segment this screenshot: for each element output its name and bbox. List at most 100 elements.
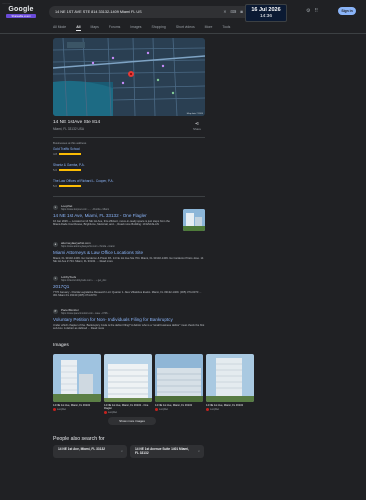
image-thumbnail[interactable] bbox=[53, 354, 101, 402]
image-source: LoopNet bbox=[57, 408, 67, 411]
image-caption: 14 NE 1st Ave, Miami, FL 33132 - One Fla… bbox=[104, 404, 149, 410]
related-search-chip[interactable]: 14 NE 1st Avenue Suite 1401 Miami, FL 33… bbox=[130, 445, 204, 458]
loopnet-favicon bbox=[155, 408, 158, 411]
sign-in-button[interactable]: Sign in bbox=[338, 7, 356, 15]
image-card[interactable]: 14 NE 1st Ave, Miami, FL 33132 LoopNet bbox=[206, 354, 254, 414]
rating-stars bbox=[58, 169, 81, 171]
tab-forums[interactable]: Forums bbox=[109, 25, 121, 31]
tab-tools[interactable]: Tools bbox=[222, 25, 230, 31]
map-graphic bbox=[53, 38, 205, 116]
result-url: https://clients.lobbytools.com › ... › g… bbox=[61, 279, 107, 282]
rating-stars bbox=[58, 153, 81, 155]
result-title[interactable]: Voluntary Petition for Non- Individuals … bbox=[53, 317, 205, 322]
image-card[interactable]: 14 NE 1st Ave, Miami, FL 33132 - One Fla… bbox=[104, 354, 152, 414]
loopnet-favicon bbox=[53, 408, 56, 411]
tab-short-videos[interactable]: Short videos bbox=[176, 25, 195, 31]
image-card[interactable]: 14 NE 1st Ave, Miami, FL 33132 LoopNet bbox=[53, 354, 101, 414]
image-source: LoopNet bbox=[108, 411, 118, 414]
search-result: L LoopNet https://www.loopnet.com › ... … bbox=[53, 203, 205, 231]
share-button[interactable]: ⋖ Share bbox=[193, 121, 201, 131]
search-icon: ⌕ bbox=[120, 449, 123, 453]
settings-icon[interactable]: ⚙ bbox=[306, 8, 310, 14]
business-item[interactable]: Gold Traffic School 4.8 bbox=[53, 147, 81, 156]
result-url: https://www.loopnet.com › ... › Florida … bbox=[61, 208, 109, 211]
search-result: P PacerMonitor https://www.pacermonitor.… bbox=[53, 307, 205, 331]
related-search-text: 14 NE 1st Ave, Miami, FL 33132 bbox=[58, 447, 106, 451]
related-search-chip[interactable]: 14 NE 1st Ave, Miami, FL 33132 ⌕ bbox=[53, 445, 127, 458]
businesses-heading: Businesses at this address bbox=[53, 141, 87, 145]
business-rating: 5.0 bbox=[53, 168, 57, 172]
business-rating: 5.0 bbox=[53, 184, 57, 188]
image-card[interactable]: 14 NE 1st Ave, Miami, FL 33132 LoopNet bbox=[155, 354, 203, 414]
related-searches: 14 NE 1st Ave, Miami, FL 33132 ⌕ 14 NE 1… bbox=[53, 445, 204, 458]
lobbytools-favicon: L bbox=[53, 275, 58, 281]
clear-icon[interactable]: ✕ bbox=[223, 9, 226, 14]
building-image bbox=[53, 354, 101, 402]
result-source[interactable]: a attorneylawyerlist.com https://www.att… bbox=[53, 240, 205, 248]
search-result: a attorneylawyerlist.com https://www.att… bbox=[53, 240, 205, 264]
place-title: 14 NE 1stAve Ste 814 bbox=[53, 120, 101, 125]
result-source[interactable]: P PacerMonitor https://www.pacermonitor.… bbox=[53, 307, 205, 315]
building-image bbox=[155, 354, 203, 402]
people-also-search-heading: People also search for bbox=[53, 436, 105, 442]
building-image bbox=[206, 354, 254, 402]
place-address: Miami, FL 33132 USA bbox=[53, 127, 85, 131]
image-caption: 14 NE 1st Ave, Miami, FL 33132 bbox=[53, 404, 91, 407]
image-thumbnail[interactable] bbox=[104, 354, 152, 402]
image-caption: 14 NE 1st Ave, Miami, FL 33132 bbox=[155, 404, 193, 407]
loopnet-favicon bbox=[104, 411, 107, 414]
tab-images[interactable]: Images bbox=[130, 25, 141, 31]
camera-icon[interactable]: ◙ bbox=[240, 9, 242, 14]
tab-ai-mode[interactable]: All Mode bbox=[53, 25, 66, 31]
building-image bbox=[104, 354, 152, 402]
tab-shopping[interactable]: Shopping bbox=[151, 25, 165, 31]
result-title[interactable]: 2017Q1 bbox=[53, 284, 205, 289]
business-title[interactable]: Shantz & Gamba, P.A. bbox=[53, 163, 85, 167]
pacermonitor-favicon: P bbox=[53, 308, 58, 314]
section-divider bbox=[53, 196, 205, 197]
search-box[interactable]: 14 NE 1ST AVE STE 814 33132-1409 Miami F… bbox=[49, 6, 253, 18]
result-source[interactable]: L LobbyTools https://clients.lobbytools.… bbox=[53, 274, 205, 282]
loopnet-favicon: L bbox=[53, 204, 58, 210]
share-label: Share bbox=[193, 127, 202, 131]
keyboard-icon[interactable]: ⌨ bbox=[231, 9, 237, 14]
tiny-status-text: ........... bbox=[2, 1, 12, 5]
result-thumbnail[interactable] bbox=[183, 209, 205, 231]
image-source: LoopNet bbox=[210, 408, 220, 411]
images-heading: Images bbox=[53, 343, 69, 348]
search-query[interactable]: 14 NE 1ST AVE STE 814 33132-1409 Miami F… bbox=[55, 10, 142, 14]
business-item[interactable]: The Law Offices of Richard L. Cooper, P.… bbox=[53, 179, 113, 188]
business-title[interactable]: Gold Traffic School bbox=[53, 147, 81, 151]
logo-text: Google bbox=[8, 6, 34, 13]
tab-more[interactable]: More bbox=[205, 25, 213, 31]
tab-maps[interactable]: Maps bbox=[91, 25, 99, 31]
business-title[interactable]: The Law Offices of Richard L. Cooper, P.… bbox=[53, 179, 113, 183]
apps-grid-icon[interactable]: ⠿ bbox=[314, 8, 318, 14]
clock-time: 14:36 bbox=[259, 14, 272, 19]
result-url: https://www.pacermonitor.com › case › 47… bbox=[61, 312, 110, 315]
show-more-images-button[interactable]: Show more images bbox=[108, 417, 156, 425]
result-snippet: Under which chapter of the. Bankruptcy C… bbox=[53, 323, 205, 331]
related-search-text: 14 NE 1st Avenue Suite 1401 Miami, FL 33… bbox=[135, 447, 189, 455]
result-snippet: 16 Jan 2026 — Located at 14 NE 1st Ave, … bbox=[53, 219, 170, 227]
image-thumbnail[interactable] bbox=[206, 354, 254, 402]
tab-all[interactable]: All bbox=[76, 25, 81, 31]
search-tabs: All Mode All Maps Forums Images Shopping… bbox=[53, 25, 230, 31]
result-url: https://www.attorneylawyerlist.com › flo… bbox=[61, 245, 115, 248]
business-item[interactable]: Shantz & Gamba, P.A. 5.0 bbox=[53, 163, 85, 172]
business-rating: 4.8 bbox=[53, 152, 57, 156]
result-snippet: Miami, FL 33132-1409. Go Carderon & Prie… bbox=[53, 256, 204, 264]
building-image bbox=[183, 209, 205, 231]
result-title[interactable]: Miami Attorneys & Law Office Locations S… bbox=[53, 250, 205, 255]
map-preview[interactable]: Map data ©2026 bbox=[53, 38, 205, 116]
result-snippet: 7776 January - Florida Legislative Resea… bbox=[53, 290, 202, 298]
search-icon: ⌕ bbox=[197, 449, 200, 453]
map-caption: Map data ©2026 bbox=[186, 113, 203, 115]
section-divider bbox=[53, 137, 205, 138]
loopnet-favicon bbox=[206, 408, 209, 411]
image-thumbnail[interactable] bbox=[155, 354, 203, 402]
google-logo[interactable]: Google Shareable event bbox=[6, 6, 36, 24]
clock-date: 16 Jul 2026 bbox=[251, 7, 281, 13]
image-source: LoopNet bbox=[159, 408, 169, 411]
search-result: L LobbyTools https://clients.lobbytools.… bbox=[53, 274, 205, 298]
